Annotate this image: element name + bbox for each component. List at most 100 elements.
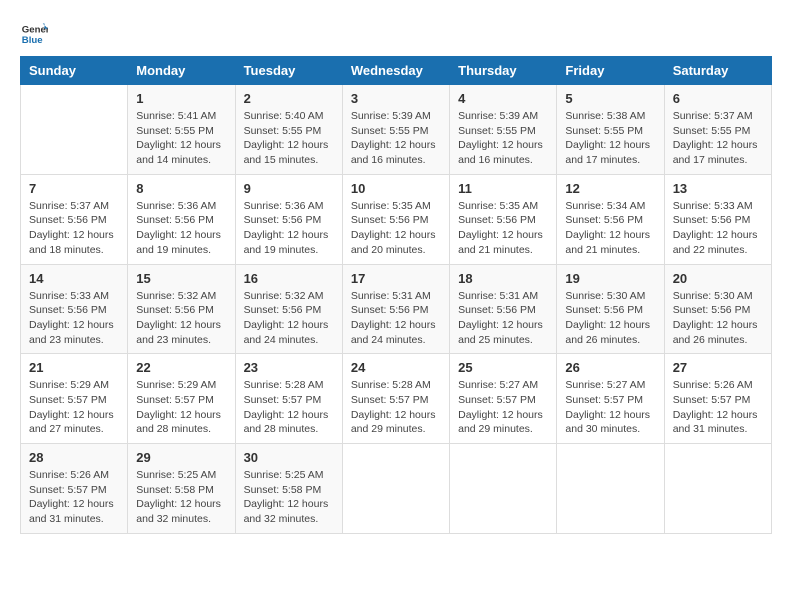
day-detail: Sunrise: 5:27 AM Sunset: 5:57 PM Dayligh… [565,378,655,437]
calendar-cell: 6 Sunrise: 5:37 AM Sunset: 5:55 PM Daylig… [664,85,771,175]
day-number: 8 [136,181,226,196]
day-number: 12 [565,181,655,196]
day-detail: Sunrise: 5:26 AM Sunset: 5:57 PM Dayligh… [673,378,763,437]
day-number: 3 [351,91,441,106]
day-detail: Sunrise: 5:38 AM Sunset: 5:55 PM Dayligh… [565,109,655,168]
calendar-cell: 14 Sunrise: 5:33 AM Sunset: 5:56 PM Dayli… [21,264,128,354]
day-number: 13 [673,181,763,196]
calendar-cell: 10 Sunrise: 5:35 AM Sunset: 5:56 PM Dayli… [342,174,449,264]
calendar-cell: 11Sunrise: 5:35 AM Sunset: 5:56 PM Dayli… [450,174,557,264]
day-number: 21 [29,360,119,375]
day-detail: Sunrise: 5:32 AM Sunset: 5:56 PM Dayligh… [244,289,334,348]
week-row-4: 21 Sunrise: 5:29 AM Sunset: 5:57 PM Dayli… [21,354,772,444]
day-detail: Sunrise: 5:25 AM Sunset: 5:58 PM Dayligh… [244,468,334,527]
day-number: 15 [136,271,226,286]
day-number: 27 [673,360,763,375]
day-detail: Sunrise: 5:28 AM Sunset: 5:57 PM Dayligh… [244,378,334,437]
day-detail: Sunrise: 5:32 AM Sunset: 5:56 PM Dayligh… [136,289,226,348]
calendar-cell: 28Sunrise: 5:26 AM Sunset: 5:57 PM Dayli… [21,444,128,534]
col-header-thursday: Thursday [450,57,557,85]
svg-text:General: General [22,24,48,35]
calendar-cell: 2Sunrise: 5:40 AM Sunset: 5:55 PM Daylig… [235,85,342,175]
calendar-cell: 27 Sunrise: 5:26 AM Sunset: 5:57 PM Dayli… [664,354,771,444]
day-number: 30 [244,450,334,465]
day-number: 25 [458,360,548,375]
calendar-cell: 18 Sunrise: 5:31 AM Sunset: 5:56 PM Dayli… [450,264,557,354]
calendar-cell: 4 Sunrise: 5:39 AM Sunset: 5:55 PM Daylig… [450,85,557,175]
calendar-cell [557,444,664,534]
day-number: 14 [29,271,119,286]
calendar-cell: 21 Sunrise: 5:29 AM Sunset: 5:57 PM Dayli… [21,354,128,444]
day-detail: Sunrise: 5:31 AM Sunset: 5:56 PM Dayligh… [351,289,441,348]
day-detail: Sunrise: 5:29 AM Sunset: 5:57 PM Dayligh… [136,378,226,437]
logo: General Blue [20,20,48,48]
day-number: 22 [136,360,226,375]
day-detail: Sunrise: 5:34 AM Sunset: 5:56 PM Dayligh… [565,199,655,258]
calendar-cell: 20 Sunrise: 5:30 AM Sunset: 5:56 PM Dayli… [664,264,771,354]
day-number: 10 [351,181,441,196]
calendar-cell: 22 Sunrise: 5:29 AM Sunset: 5:57 PM Dayli… [128,354,235,444]
day-detail: Sunrise: 5:36 AM Sunset: 5:56 PM Dayligh… [136,199,226,258]
page-container: General Blue SundayMondayTuesdayWednesda… [20,20,772,534]
day-number: 6 [673,91,763,106]
calendar-cell: 26 Sunrise: 5:27 AM Sunset: 5:57 PM Dayli… [557,354,664,444]
calendar-cell [21,85,128,175]
col-header-wednesday: Wednesday [342,57,449,85]
day-number: 23 [244,360,334,375]
day-number: 5 [565,91,655,106]
day-detail: Sunrise: 5:39 AM Sunset: 5:55 PM Dayligh… [458,109,548,168]
day-detail: Sunrise: 5:40 AM Sunset: 5:55 PM Dayligh… [244,109,334,168]
day-detail: Sunrise: 5:35 AM Sunset: 5:56 PM Dayligh… [351,199,441,258]
col-header-sunday: Sunday [21,57,128,85]
week-row-1: 1Sunrise: 5:41 AM Sunset: 5:55 PM Daylig… [21,85,772,175]
header: General Blue [20,20,772,48]
calendar-cell [450,444,557,534]
calendar-header-row: SundayMondayTuesdayWednesdayThursdayFrid… [21,57,772,85]
day-number: 20 [673,271,763,286]
day-detail: Sunrise: 5:31 AM Sunset: 5:56 PM Dayligh… [458,289,548,348]
calendar-cell: 8 Sunrise: 5:36 AM Sunset: 5:56 PM Daylig… [128,174,235,264]
calendar-cell: 24Sunrise: 5:28 AM Sunset: 5:57 PM Dayli… [342,354,449,444]
calendar-cell: 30 Sunrise: 5:25 AM Sunset: 5:58 PM Dayli… [235,444,342,534]
day-detail: Sunrise: 5:36 AM Sunset: 5:56 PM Dayligh… [244,199,334,258]
day-number: 19 [565,271,655,286]
day-number: 17 [351,271,441,286]
calendar-cell: 5 Sunrise: 5:38 AM Sunset: 5:55 PM Daylig… [557,85,664,175]
day-detail: Sunrise: 5:37 AM Sunset: 5:55 PM Dayligh… [673,109,763,168]
calendar-cell: 12 Sunrise: 5:34 AM Sunset: 5:56 PM Dayli… [557,174,664,264]
day-detail: Sunrise: 5:39 AM Sunset: 5:55 PM Dayligh… [351,109,441,168]
col-header-tuesday: Tuesday [235,57,342,85]
calendar-cell: 29 Sunrise: 5:25 AM Sunset: 5:58 PM Dayli… [128,444,235,534]
day-detail: Sunrise: 5:41 AM Sunset: 5:55 PM Dayligh… [136,109,226,168]
calendar-cell: 13Sunrise: 5:33 AM Sunset: 5:56 PM Dayli… [664,174,771,264]
day-detail: Sunrise: 5:37 AM Sunset: 5:56 PM Dayligh… [29,199,119,258]
calendar-cell: 25Sunrise: 5:27 AM Sunset: 5:57 PM Dayli… [450,354,557,444]
day-number: 28 [29,450,119,465]
day-detail: Sunrise: 5:30 AM Sunset: 5:56 PM Dayligh… [673,289,763,348]
svg-text:Blue: Blue [22,35,43,46]
day-detail: Sunrise: 5:33 AM Sunset: 5:56 PM Dayligh… [29,289,119,348]
calendar-cell: 19 Sunrise: 5:30 AM Sunset: 5:56 PM Dayli… [557,264,664,354]
calendar-cell [342,444,449,534]
week-row-5: 28Sunrise: 5:26 AM Sunset: 5:57 PM Dayli… [21,444,772,534]
calendar-cell: 16Sunrise: 5:32 AM Sunset: 5:56 PM Dayli… [235,264,342,354]
day-number: 4 [458,91,548,106]
day-number: 18 [458,271,548,286]
calendar-cell: 23 Sunrise: 5:28 AM Sunset: 5:57 PM Dayli… [235,354,342,444]
day-number: 29 [136,450,226,465]
day-number: 7 [29,181,119,196]
calendar-cell [664,444,771,534]
day-detail: Sunrise: 5:25 AM Sunset: 5:58 PM Dayligh… [136,468,226,527]
calendar-cell: 9Sunrise: 5:36 AM Sunset: 5:56 PM Daylig… [235,174,342,264]
col-header-saturday: Saturday [664,57,771,85]
day-detail: Sunrise: 5:30 AM Sunset: 5:56 PM Dayligh… [565,289,655,348]
day-detail: Sunrise: 5:29 AM Sunset: 5:57 PM Dayligh… [29,378,119,437]
calendar-cell: 7 Sunrise: 5:37 AM Sunset: 5:56 PM Daylig… [21,174,128,264]
day-number: 26 [565,360,655,375]
calendar-cell: 3 Sunrise: 5:39 AM Sunset: 5:55 PM Daylig… [342,85,449,175]
calendar-table: SundayMondayTuesdayWednesdayThursdayFrid… [20,56,772,534]
day-detail: Sunrise: 5:28 AM Sunset: 5:57 PM Dayligh… [351,378,441,437]
week-row-2: 7 Sunrise: 5:37 AM Sunset: 5:56 PM Daylig… [21,174,772,264]
calendar-cell: 15 Sunrise: 5:32 AM Sunset: 5:56 PM Dayli… [128,264,235,354]
logo-icon: General Blue [20,20,48,48]
